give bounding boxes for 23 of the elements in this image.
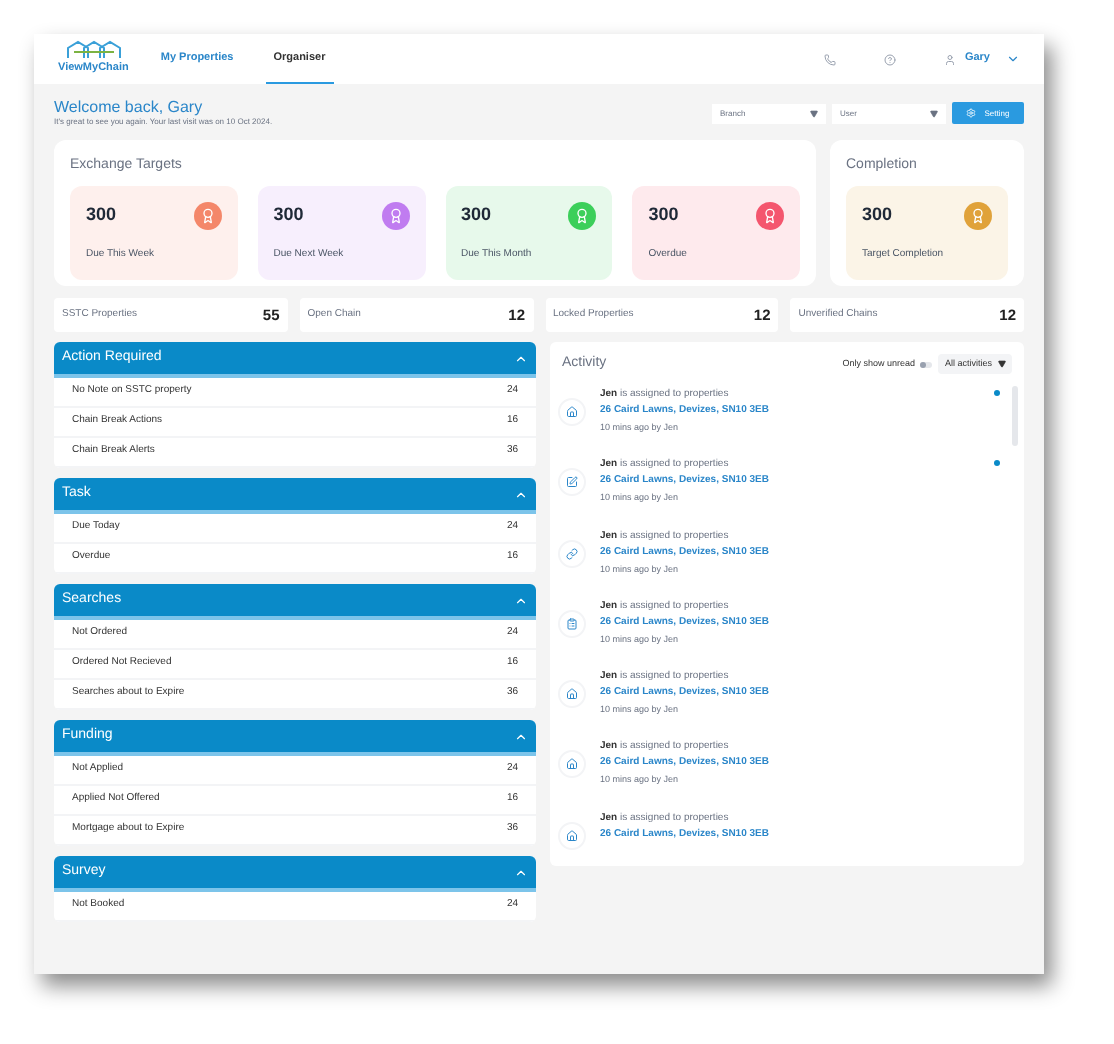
dropdown-icon <box>998 360 1006 368</box>
target-value: 300 <box>273 201 304 228</box>
dropdown-icon <box>930 109 938 117</box>
phone-icon[interactable] <box>824 53 837 65</box>
target-value: 300 <box>862 201 893 228</box>
target-value: 300 <box>648 201 679 228</box>
houses-logo-icon <box>65 40 122 61</box>
unread-toggle[interactable] <box>920 361 933 367</box>
help-icon[interactable] <box>884 53 897 65</box>
clipboard-icon <box>566 617 578 630</box>
house-icon <box>566 688 578 701</box>
gear-icon <box>966 108 977 118</box>
user-icon <box>944 53 957 65</box>
chevron-down-icon[interactable] <box>1006 52 1020 66</box>
edit-icon <box>566 476 578 489</box>
target-value: 300 <box>461 201 492 228</box>
welcome-title: Welcome back, Gary <box>54 99 205 115</box>
house-icon <box>566 758 578 771</box>
dropdown-icon <box>810 109 818 117</box>
link-icon <box>566 547 578 560</box>
house-icon <box>566 406 578 418</box>
target-value: 300 <box>86 201 117 228</box>
house-icon <box>566 829 578 842</box>
